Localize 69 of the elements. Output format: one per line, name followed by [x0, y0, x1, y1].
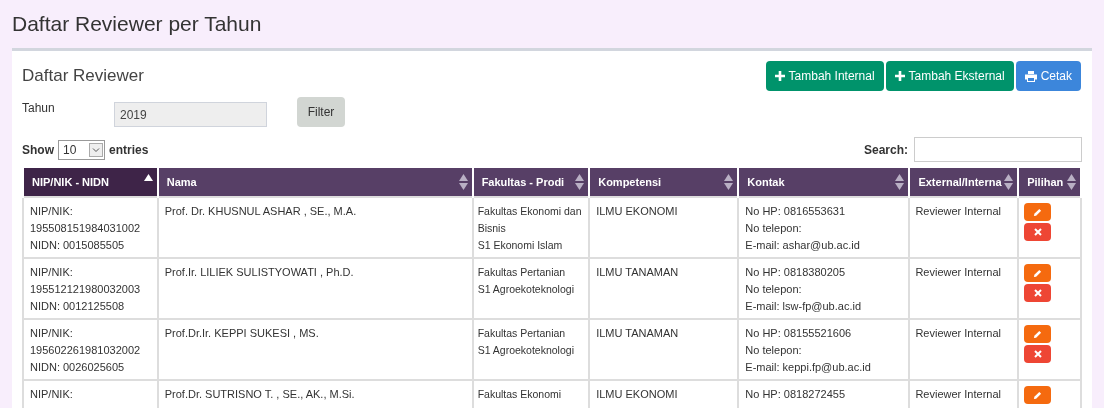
show-label: Show	[22, 141, 54, 159]
edit-button[interactable]	[1024, 203, 1052, 221]
sort-icon	[724, 174, 734, 190]
pencil-icon	[1033, 268, 1043, 278]
name-cell: Prof.Dr.Ir. KEPPI SUKESI , MS.	[164, 327, 319, 339]
name-cell: Prof. Dr. KHUSNUL ASHAR , SE., M.A.	[164, 205, 357, 217]
edit-button[interactable]	[1024, 325, 1052, 343]
print-button[interactable]: Cetak	[1015, 61, 1081, 91]
pencil-icon	[1033, 390, 1043, 400]
contact-cell-text: No HP: 0818272455	[745, 387, 846, 402]
contact-cell-text: No HP: 0818380205 No telepon: E-mail: lsw-fp@ub.ac.id	[745, 265, 862, 314]
plus-icon	[774, 71, 785, 81]
add-button[interactable]: Tambah Internal	[765, 61, 884, 91]
add-button[interactable]: Tambah Eksternal	[885, 61, 1014, 91]
nip-cell-text: NIP/NIK: 195602261981032002 NIDN: 0026025605	[30, 326, 142, 375]
page-title: Daftar Reviewer per Tahun	[12, 11, 262, 38]
sort-icon	[895, 174, 905, 190]
entries-label: entries	[109, 141, 149, 159]
sort-icon	[1004, 174, 1014, 190]
nip-cell-text: NIP/NIK:	[30, 387, 74, 402]
search-field[interactable]	[914, 137, 1082, 162]
name-cell: Prof.Ir. LILIEK SULISTYOWATI , Ph.D.	[164, 266, 354, 278]
sort-icon	[458, 174, 468, 190]
sort-up-icon	[143, 174, 153, 181]
pencil-icon	[1033, 207, 1043, 217]
faculty-cell-text: Fakultas Ekonomi dan Bisnis S1 Ekonomi Islam	[477, 204, 583, 253]
contact-cell-text: No HP: 0816553631 No telepon: E-mail: ashar@ub.ac.id	[745, 204, 861, 253]
competence-cell: ILMU EKONOMI	[596, 205, 678, 217]
column-header[interactable]: Kontak	[738, 168, 910, 197]
column-header[interactable]: Nama	[157, 168, 473, 197]
type-cell: Reviewer Internal	[915, 327, 1001, 339]
close-icon	[1033, 350, 1042, 358]
entries-select[interactable]: 10	[58, 139, 105, 160]
close-icon	[1033, 228, 1042, 236]
contact-cell-text: No HP: 08155521606 No telepon: E-mail: keppi.fp@ub.ac.id	[745, 326, 872, 375]
search-label: Search:	[863, 141, 908, 159]
competence-cell: ILMU EKONOMI	[596, 388, 678, 400]
edit-button[interactable]	[1024, 264, 1052, 282]
plus-icon	[894, 71, 905, 81]
close-icon	[1033, 289, 1042, 297]
type-cell: Reviewer Internal	[915, 266, 1001, 278]
sort-icon	[1067, 174, 1076, 190]
competence-cell: ILMU TANAMAN	[596, 266, 679, 278]
year-field[interactable]: 2019	[114, 102, 267, 127]
delete-button[interactable]	[1024, 345, 1052, 363]
faculty-cell-text: Fakultas Ekonomi	[477, 387, 563, 402]
column-header[interactable]: External/Interna	[909, 168, 1019, 197]
column-header[interactable]: Kompetensi	[589, 168, 739, 197]
edit-button[interactable]	[1024, 386, 1052, 404]
pencil-icon	[1033, 329, 1043, 339]
filter-button[interactable]: Filter	[297, 97, 345, 127]
delete-button[interactable]	[1024, 223, 1052, 241]
chevron-down-icon	[89, 142, 103, 157]
type-cell: Reviewer Internal	[915, 388, 1001, 400]
faculty-cell-text: Fakultas Pertanian S1 Agroekoteknologi	[477, 265, 575, 297]
type-cell: Reviewer Internal	[915, 205, 1001, 217]
nip-cell-text: NIP/NIK: 195508151984031002 NIDN: 0015085505	[30, 204, 142, 253]
sort-icon	[575, 174, 585, 190]
name-cell: Prof.Dr. SUTRISNO T. , SE., AK., M.Si.	[164, 388, 355, 400]
faculty-cell-text: Fakultas Pertanian S1 Agroekoteknologi	[477, 326, 575, 358]
nip-cell-text: NIP/NIK: 195512121980032003 NIDN: 0012125508	[30, 265, 142, 314]
column-header[interactable]: Pilihan	[1018, 168, 1081, 197]
column-header[interactable]: Fakultas - Prodi	[472, 168, 590, 197]
year-label: Tahun	[22, 100, 56, 117]
column-header[interactable]: NIP/NIK - NIDN	[23, 168, 158, 197]
panel-title: Daftar Reviewer	[22, 65, 144, 87]
delete-button[interactable]	[1024, 284, 1052, 302]
printer-icon	[1024, 70, 1037, 82]
competence-cell: ILMU TANAMAN	[596, 327, 679, 339]
